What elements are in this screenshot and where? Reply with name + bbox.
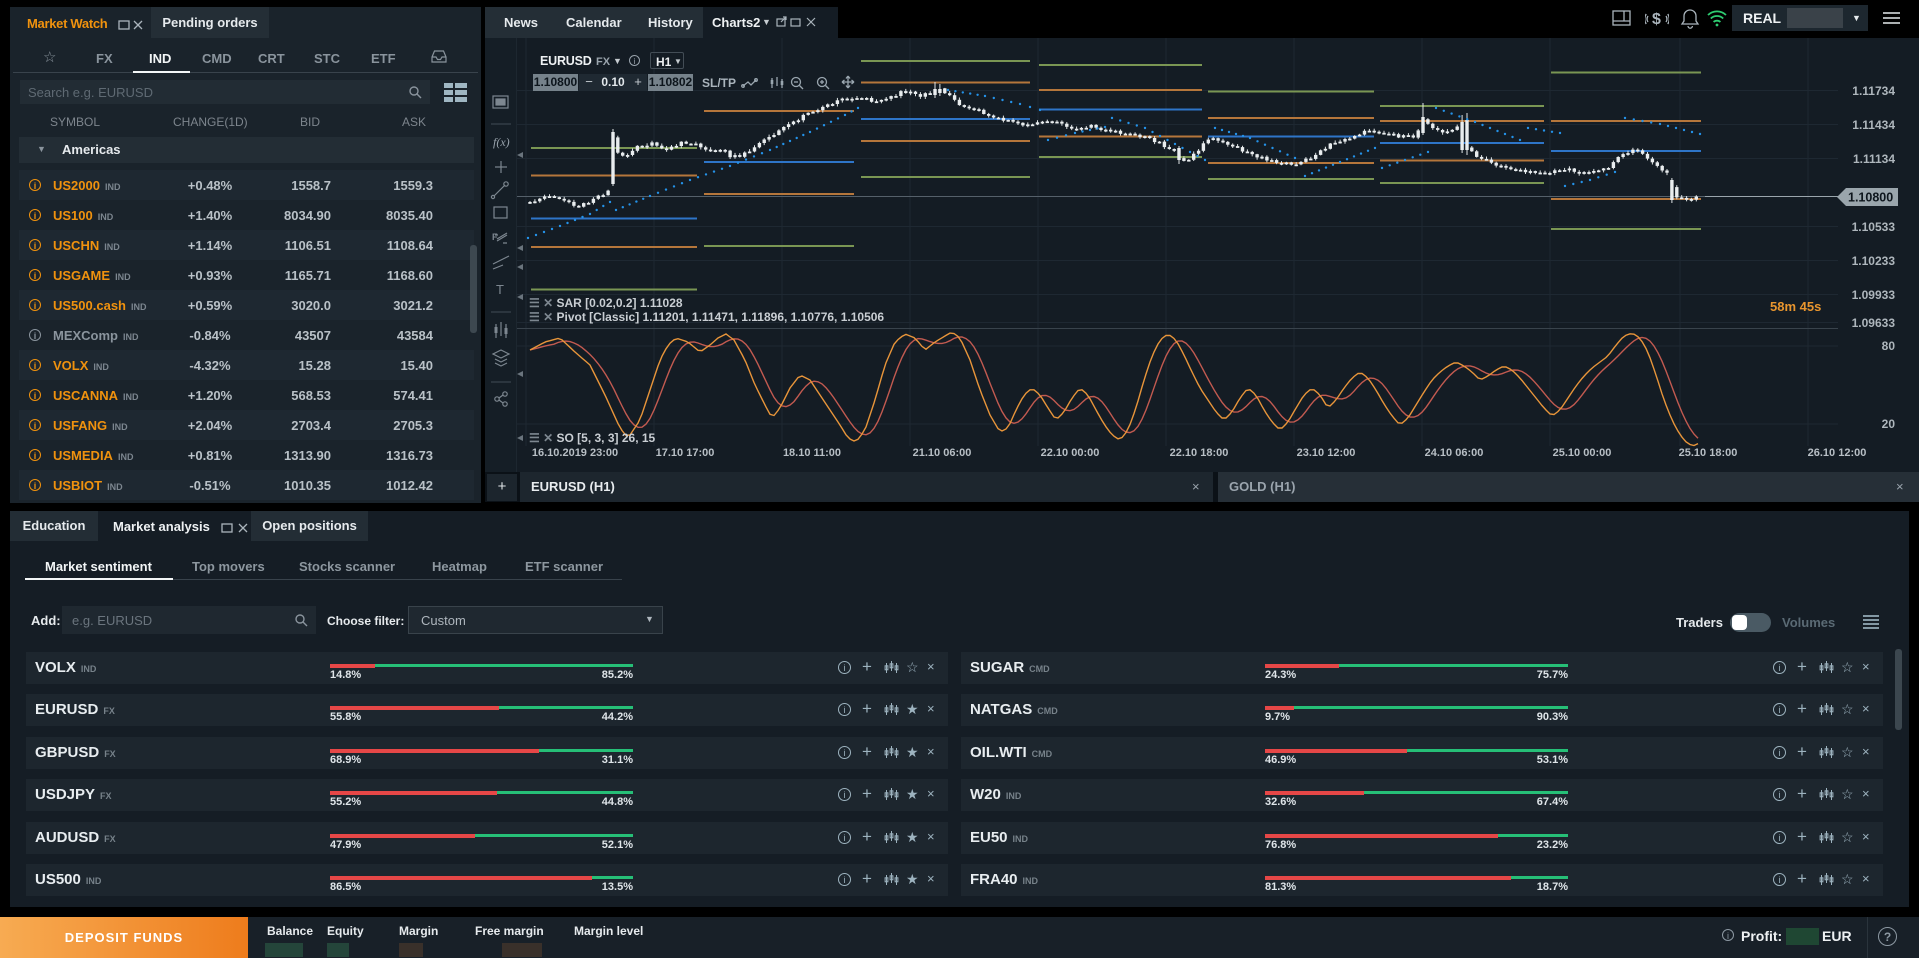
svg-text:$: $ bbox=[1652, 11, 1661, 28]
svg-text:T: T bbox=[496, 282, 504, 297]
svg-text:1.10800: 1.10800 bbox=[1848, 191, 1893, 205]
svg-text:f(x): f(x) bbox=[493, 135, 510, 149]
